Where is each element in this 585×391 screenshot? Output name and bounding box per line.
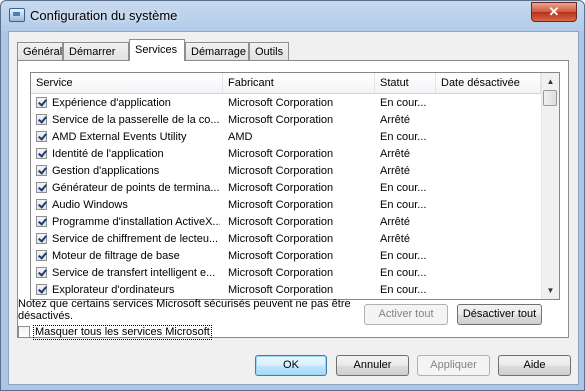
enable-all-button[interactable]: Activer tout [364,304,448,325]
service-status: En cour... [380,267,427,279]
service-name: Gestion d'applications [52,165,160,177]
services-list[interactable]: Service Fabricant Statut Date désactivée… [30,72,560,300]
service-checkbox[interactable] [36,97,47,108]
system-config-window: Configuration du système ✕ Général Démar… [0,0,585,391]
service-name: Audio Windows [52,199,128,211]
service-status: En cour... [380,97,427,109]
service-checkbox[interactable] [36,267,47,278]
apply-button[interactable]: Appliquer [417,355,490,376]
service-status: En cour... [380,182,427,194]
service-checkbox[interactable] [36,148,47,159]
table-row[interactable]: Identité de l'application Microsoft Corpo… [31,146,541,163]
service-name: Identité de l'application [52,148,164,160]
column-header-service[interactable]: Service [31,73,223,93]
service-manufacturer: Microsoft Corporation [228,284,334,296]
service-name: Service de chiffrement de lecteu... [52,233,219,245]
service-status: Arrêté [380,165,410,177]
service-name: Service de transfert intelligent e... [52,267,216,279]
service-checkbox[interactable] [36,131,47,142]
service-manufacturer: Microsoft Corporation [228,114,334,126]
tab-startup[interactable]: Démarrer [63,42,129,60]
service-name: Expérience d'application [52,97,171,109]
scroll-down-icon[interactable]: ▼ [543,283,558,298]
service-checkbox[interactable] [36,233,47,244]
service-name: Moteur de filtrage de base [52,250,180,262]
table-row[interactable]: Service de transfert intelligent e... Mic… [31,265,541,282]
service-manufacturer: Microsoft Corporation [228,250,334,262]
service-manufacturer: AMD [228,131,253,143]
title-bar[interactable]: Configuration du système ✕ [1,1,584,31]
table-row[interactable]: Moteur de filtrage de base Microsoft Corp… [31,248,541,265]
service-name: Programme d'installation ActiveX... [52,216,220,228]
list-header: Service Fabricant Statut Date désactivée [31,73,541,94]
service-status: Arrêté [380,233,410,245]
scroll-up-icon[interactable]: ▲ [543,74,558,89]
column-header-disabled-date[interactable]: Date désactivée [436,73,541,93]
service-manufacturer: Microsoft Corporation [228,267,334,279]
hide-ms-label[interactable]: Masquer tous les services Microsoft [33,325,212,340]
msconfig-app-icon [9,8,25,22]
service-name: Explorateur d'ordinateurs [52,284,175,296]
service-checkbox[interactable] [36,114,47,125]
table-row[interactable]: Générateur de points de termina... Micros… [31,180,541,197]
table-row[interactable]: AMD External Events Utility AMD En cour... [31,129,541,146]
service-manufacturer: Microsoft Corporation [228,97,334,109]
service-checkbox[interactable] [36,250,47,261]
table-row[interactable]: Expérience d'application Microsoft Corpor… [31,95,541,112]
service-manufacturer: Microsoft Corporation [228,165,334,177]
service-status: En cour... [380,131,427,143]
help-button[interactable]: Aide [498,355,571,376]
service-status: Arrêté [380,148,410,160]
table-row[interactable]: Explorateur d'ordinateurs Microsoft Corpo… [31,282,541,299]
table-row[interactable]: Service de la passerelle de la co... Micr… [31,112,541,129]
column-header-manufacturer[interactable]: Fabricant [223,73,375,93]
cancel-button[interactable]: Annuler [336,355,409,376]
service-manufacturer: Microsoft Corporation [228,233,334,245]
service-name: Service de la passerelle de la co... [52,114,220,126]
table-row[interactable]: Programme d'installation ActiveX... Micro… [31,214,541,231]
service-status: En cour... [380,284,427,296]
hide-ms-checkbox[interactable] [18,326,30,338]
ok-button[interactable]: OK [255,355,327,376]
tab-tools[interactable]: Outils [249,42,289,60]
table-row[interactable]: Service de chiffrement de lecteu... Micro… [31,231,541,248]
tab-demarrage[interactable]: Démarrage [185,42,249,60]
service-checkbox[interactable] [36,216,47,227]
service-manufacturer: Microsoft Corporation [228,216,334,228]
service-checkbox[interactable] [36,165,47,176]
scrollbar-thumb[interactable] [543,90,557,106]
disable-all-button[interactable]: Désactiver tout [457,304,542,325]
security-note: Notez que certains services Microsoft sé… [18,298,351,322]
service-status: En cour... [380,199,427,211]
dialog-body: Général Démarrer Services Démarrage Outi… [8,31,579,385]
service-manufacturer: Microsoft Corporation [228,148,334,160]
service-name: Générateur de points de termina... [52,182,220,194]
close-button[interactable]: ✕ [531,2,577,22]
service-status: Arrêté [380,216,410,228]
services-tab-panel: Service Fabricant Statut Date désactivée… [17,60,569,340]
service-status: En cour... [380,250,427,262]
column-header-status[interactable]: Statut [375,73,436,93]
tab-general[interactable]: Général [17,42,63,60]
table-row[interactable]: Gestion d'applications Microsoft Corporat… [31,163,541,180]
service-checkbox[interactable] [36,284,47,295]
vertical-scrollbar[interactable]: ▲ ▼ [541,73,559,299]
service-checkbox[interactable] [36,182,47,193]
tab-services[interactable]: Services [129,39,185,61]
table-row[interactable]: Audio Windows Microsoft Corporation En cou… [31,197,541,214]
window-title: Configuration du système [30,8,178,23]
service-manufacturer: Microsoft Corporation [228,182,334,194]
service-status: Arrêté [380,114,410,126]
service-manufacturer: Microsoft Corporation [228,199,334,211]
service-name: AMD External Events Utility [52,131,187,143]
service-checkbox[interactable] [36,199,47,210]
